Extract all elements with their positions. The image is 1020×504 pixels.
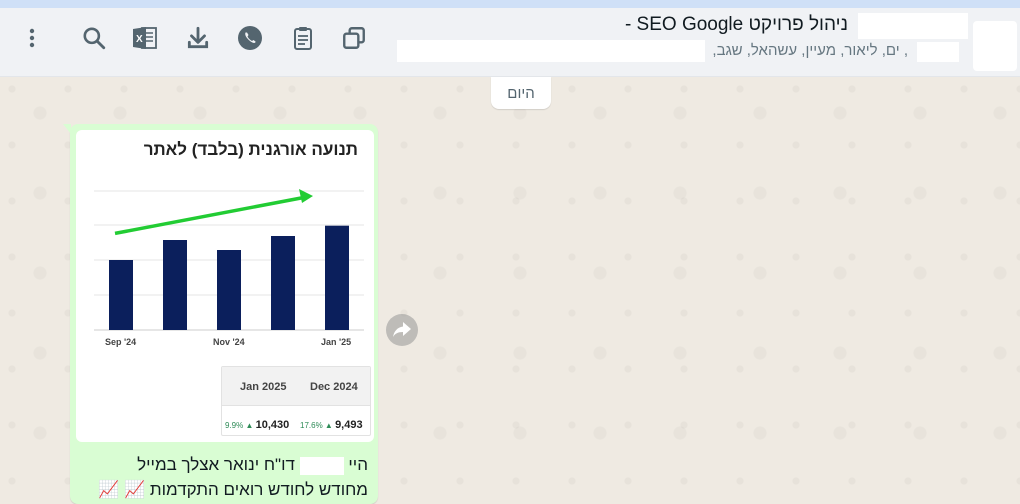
- avatar[interactable]: [973, 21, 1017, 71]
- message-line-2: מחודש לחודש רואים התקדמות 📈 📈: [98, 480, 368, 499]
- chart-title: תנועה אורגנית (בלבד) לאתר: [143, 140, 358, 159]
- x-tick-label: Jan '25: [321, 337, 352, 347]
- stats-value-jan: 10,430: [255, 419, 290, 431]
- copy-icon[interactable]: [336, 20, 372, 56]
- chart-bar: [325, 225, 349, 330]
- chat-header[interactable]: X ניהול פרויקט SEO Google - , ים, ליאור,…: [0, 8, 1020, 77]
- window-top-strip: [0, 0, 1020, 8]
- message-line-1-rest: דו"ח ינואר אצלך במייל: [137, 455, 295, 474]
- chart-bar: [163, 240, 187, 330]
- redacted-recipient: [299, 456, 344, 475]
- bubble-tail: [63, 124, 71, 134]
- download-icon[interactable]: [180, 20, 216, 56]
- trend-arrow: [114, 194, 310, 236]
- chart-bar: [109, 260, 133, 330]
- up-triangle-icon: ▲: [322, 421, 336, 430]
- clipboard-icon[interactable]: [285, 20, 321, 56]
- excel-icon[interactable]: X: [127, 20, 163, 56]
- message-line-1: היי דו"ח ינואר אצלך במייל: [78, 452, 368, 477]
- chart-bar: [271, 236, 295, 330]
- svg-text:X: X: [136, 34, 143, 45]
- forward-icon: [393, 322, 411, 337]
- message-bubble[interactable]: תנועה אורגנית (בלבד) לאתר Sep '24 Nov '24…: [63, 124, 378, 504]
- stats-cell-dec: 17.6% ▲ 9,493: [300, 415, 363, 433]
- x-tick-label: Nov '24: [213, 337, 245, 347]
- greeting: היי: [348, 455, 368, 474]
- stats-cell-jan: 9.9% ▲ 10,430: [225, 415, 289, 433]
- stats-pct-dec: 17.6%: [300, 421, 323, 430]
- chart-bar: [217, 250, 241, 330]
- redacted-members: [397, 40, 705, 62]
- more-icon[interactable]: [14, 20, 50, 56]
- whatsapp-icon[interactable]: [232, 20, 268, 56]
- chat-members: , ים, ליאור, מעיין, עשהאל, שגב,: [712, 42, 908, 59]
- message-text: היי דו"ח ינואר אצלך במייל מחודש לחודש רו…: [78, 452, 368, 502]
- x-tick-label: Sep '24: [105, 337, 137, 347]
- message-image[interactable]: תנועה אורגנית (בלבד) לאתר Sep '24 Nov '24…: [76, 130, 374, 442]
- chat-title[interactable]: ניהול פרויקט SEO Google -: [625, 14, 848, 36]
- date-separator: היום: [491, 77, 551, 109]
- stats-pct-jan: 9.9%: [225, 421, 244, 430]
- stats-table: Dec 2024 Jan 2025 17.6% ▲ 9,493 9.9% ▲ 1…: [221, 366, 371, 436]
- stats-header-dec: Dec 2024: [310, 381, 358, 393]
- up-triangle-icon: ▲: [243, 421, 256, 430]
- search-icon[interactable]: [76, 20, 112, 56]
- redacted-member: [917, 42, 959, 62]
- forward-button[interactable]: [386, 314, 418, 346]
- stats-header-jan: Jan 2025: [240, 381, 287, 393]
- stats-value-dec: 9,493: [335, 419, 363, 431]
- redacted-name: [858, 13, 968, 39]
